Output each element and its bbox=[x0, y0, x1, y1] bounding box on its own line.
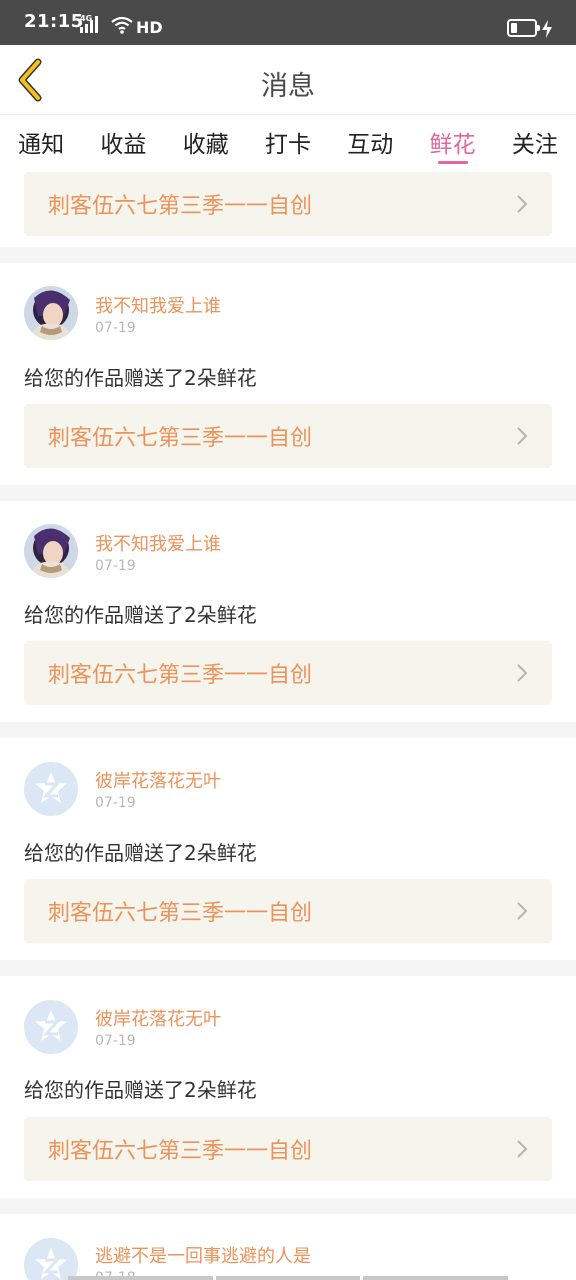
tab-bar: 通知 收益 收藏 打卡 互动 鲜花 关注 bbox=[0, 116, 576, 168]
chevron-right-icon bbox=[517, 1140, 528, 1158]
username[interactable]: 彼岸花落花无叶 bbox=[95, 1005, 221, 1031]
work-link-card[interactable]: 刺客伍六七第三季一一自创 bbox=[24, 1117, 552, 1181]
tab-interaction[interactable]: 互动 bbox=[329, 116, 411, 168]
signal-icon: 4G bbox=[80, 15, 106, 35]
work-title: 刺客伍六七第三季一一自创 bbox=[48, 426, 313, 451]
tab-label: 鲜花 bbox=[429, 132, 476, 158]
chevron-right-icon bbox=[517, 427, 528, 445]
tab-checkin[interactable]: 打卡 bbox=[247, 116, 329, 168]
header: 消息 bbox=[0, 45, 576, 115]
status-bar: 21:15 4G HD bbox=[0, 0, 576, 45]
chevron-right-icon bbox=[517, 195, 528, 213]
message-date: 07-19 bbox=[95, 558, 136, 574]
tab-label: 打卡 bbox=[264, 132, 311, 158]
tab-label: 互动 bbox=[347, 132, 394, 158]
avatar[interactable] bbox=[24, 524, 78, 578]
message-date: 07-19 bbox=[95, 1033, 136, 1049]
status-icons: 4G bbox=[80, 15, 106, 35]
tab-follow[interactable]: 关注 bbox=[494, 116, 576, 168]
message-text: 给您的作品赠送了2朵鲜花 bbox=[24, 603, 257, 627]
tab-label: 关注 bbox=[511, 132, 558, 158]
username[interactable]: 我不知我爱上谁 bbox=[95, 292, 221, 318]
active-tab-indicator bbox=[437, 161, 468, 164]
chevron-right-icon bbox=[517, 664, 528, 682]
message-text: 给您的作品赠送了2朵鲜花 bbox=[24, 1078, 257, 1102]
wifi-icon bbox=[111, 16, 133, 34]
scroll-indicator bbox=[68, 1276, 509, 1280]
charging-icon bbox=[542, 20, 552, 38]
divider bbox=[0, 247, 576, 263]
work-link-card[interactable]: 刺客伍六七第三季一一自创 bbox=[24, 641, 552, 705]
anime-avatar-icon bbox=[24, 524, 78, 578]
avatar[interactable] bbox=[24, 1238, 78, 1280]
default-avatar-icon bbox=[24, 762, 78, 816]
tab-label: 通知 bbox=[18, 132, 65, 158]
status-time: 21:15 bbox=[24, 11, 84, 32]
work-title: 刺客伍六七第三季一一自创 bbox=[48, 663, 313, 688]
tab-label: 收益 bbox=[100, 132, 147, 158]
tab-label: 收藏 bbox=[182, 132, 229, 158]
work-link-card[interactable]: 刺客伍六七第三季一一自创 bbox=[24, 172, 552, 236]
message-text: 给您的作品赠送了2朵鲜花 bbox=[24, 841, 257, 865]
avatar[interactable] bbox=[24, 286, 78, 340]
default-avatar-icon bbox=[24, 1000, 78, 1054]
work-link-card[interactable]: 刺客伍六七第三季一一自创 bbox=[24, 404, 552, 468]
divider bbox=[0, 485, 576, 501]
divider bbox=[0, 722, 576, 738]
tab-notice[interactable]: 通知 bbox=[0, 116, 82, 168]
divider bbox=[0, 1198, 576, 1214]
message-date: 07-19 bbox=[95, 795, 136, 811]
avatar[interactable] bbox=[24, 762, 78, 816]
message-list[interactable]: 刺客伍六七第三季一一自创 我不知我爱上谁 07-19 给您的作品赠送了2朵鲜花 … bbox=[0, 168, 576, 1280]
page-title: 消息 bbox=[261, 71, 315, 102]
work-title: 刺客伍六七第三季一一自创 bbox=[48, 194, 313, 219]
username[interactable]: 彼岸花落花无叶 bbox=[95, 767, 221, 793]
work-title: 刺客伍六七第三季一一自创 bbox=[48, 1139, 313, 1164]
avatar[interactable] bbox=[24, 1000, 78, 1054]
tab-earnings[interactable]: 收益 bbox=[82, 116, 164, 168]
anime-avatar-icon bbox=[24, 286, 78, 340]
battery-icon bbox=[507, 19, 540, 37]
tab-favorites[interactable]: 收藏 bbox=[165, 116, 247, 168]
divider bbox=[0, 960, 576, 976]
work-title: 刺客伍六七第三季一一自创 bbox=[48, 901, 313, 926]
message-date: 07-19 bbox=[95, 320, 136, 336]
tab-flowers[interactable]: 鲜花 bbox=[411, 116, 493, 168]
message-text: 给您的作品赠送了2朵鲜花 bbox=[24, 366, 257, 390]
hd-label: HD bbox=[136, 18, 163, 37]
username[interactable]: 逃避不是一回事逃避的人是 bbox=[95, 1242, 311, 1268]
username[interactable]: 我不知我爱上谁 bbox=[95, 530, 221, 556]
chevron-right-icon bbox=[517, 902, 528, 920]
default-avatar-icon bbox=[24, 1238, 78, 1280]
work-link-card[interactable]: 刺客伍六七第三季一一自创 bbox=[24, 879, 552, 943]
